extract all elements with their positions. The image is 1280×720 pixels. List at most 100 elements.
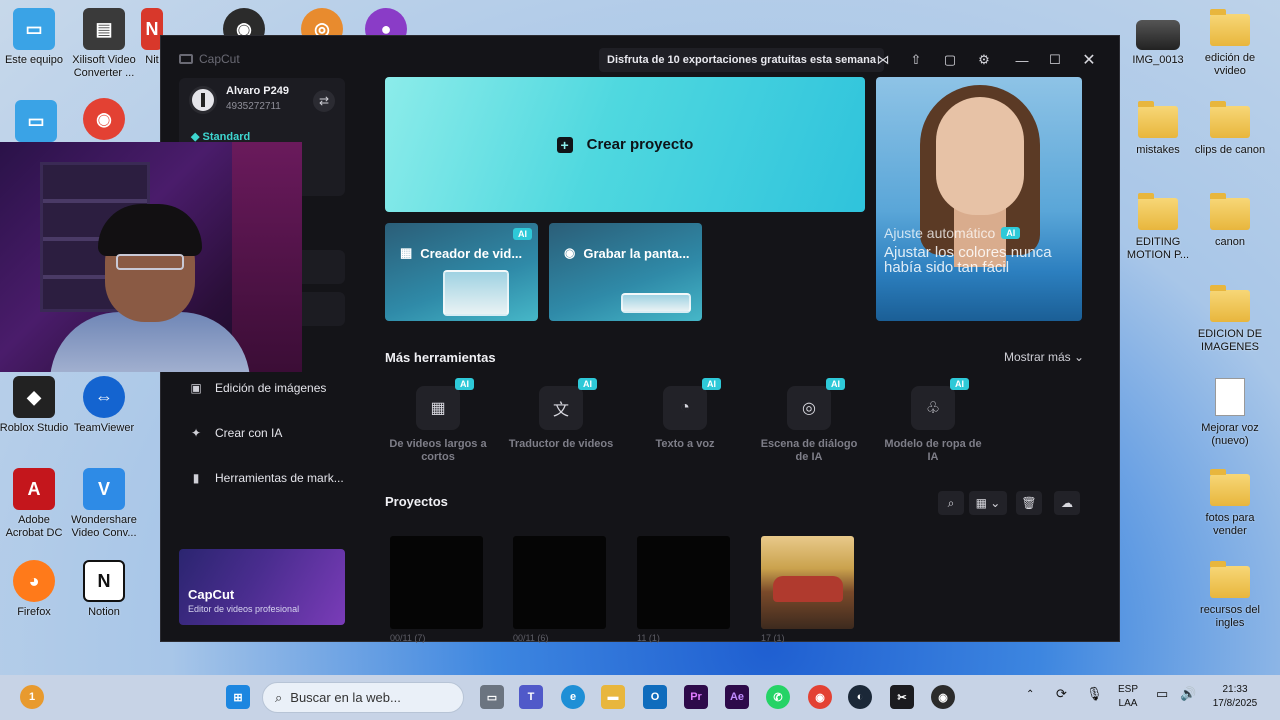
upload-icon[interactable]: ⇧ — [906, 50, 926, 70]
avatar[interactable] — [189, 86, 217, 114]
windows-start-icon[interactable]: ⊞ — [226, 685, 250, 709]
chrome-icon: ◉ — [83, 98, 125, 140]
settings-icon[interactable]: ⚙ — [974, 50, 994, 70]
desktop-icon-wondershare[interactable]: V Wondershare Video Conv... — [68, 468, 140, 540]
whatsapp-icon[interactable]: ✆ — [766, 685, 790, 709]
more-tools-title: Más herramientas — [385, 350, 496, 365]
desktop-folder-clips-canon[interactable]: clips de canon — [1194, 100, 1266, 157]
video-creator-card[interactable]: AI ▦ Creador de vid... — [385, 223, 538, 321]
desktop-icon-network[interactable]: ▭ — [0, 100, 72, 146]
network-icon[interactable]: ▭ — [1156, 687, 1168, 701]
obs-icon[interactable]: ◉ — [931, 685, 955, 709]
microphone-icon[interactable]: 🎙 — [1086, 687, 1103, 701]
show-more-link[interactable]: Mostrar más ⌄ — [1004, 350, 1084, 364]
project-thumbnail[interactable] — [637, 536, 730, 629]
chevron-up-icon[interactable]: ⌃ — [1026, 688, 1034, 702]
image-thumbnail-icon — [1136, 20, 1180, 50]
maximize-icon[interactable]: ☐ — [1045, 50, 1065, 70]
feedback-icon[interactable]: ▢ — [940, 50, 960, 70]
user-name: Alvaro P249 — [226, 85, 289, 97]
desktop-folder-canon[interactable]: canon — [1194, 192, 1266, 249]
outlook-icon[interactable]: O — [643, 685, 667, 709]
premiere-icon[interactable]: Pr — [684, 685, 708, 709]
tool-text-to-speech[interactable]: ◔ AI Texto a voz — [630, 378, 740, 451]
desktop-icon-acrobat[interactable]: A Adobe Acrobat DC — [0, 468, 70, 540]
file-explorer-icon[interactable]: ▬ — [601, 685, 625, 709]
create-project-button[interactable]: + Crear proyecto — [385, 77, 865, 212]
search-icon: ⌕ — [275, 689, 283, 705]
screen-record-card[interactable]: ◉ Grabar la panta... — [549, 223, 702, 321]
project-thumbnail[interactable] — [761, 536, 854, 629]
steam-icon[interactable]: ◐ — [848, 685, 872, 709]
desktop-folder-edicion-imagenes[interactable]: EDICION DE IMAGENES — [1194, 284, 1266, 354]
desktop-icon-chrome[interactable]: ◉ — [68, 98, 140, 144]
project-label: 17 (1) — [761, 633, 785, 643]
share-icon[interactable]: ⋈ — [873, 50, 893, 70]
promo-banner[interactable]: Disfruta de 10 exportaciones gratuitas e… — [599, 48, 884, 72]
document-icon — [1215, 378, 1245, 416]
view-toggle-icon[interactable]: ▦ ⌄ — [969, 491, 1007, 515]
sidebar-item-image-editing[interactable]: ▣ Edición de imágenes — [189, 376, 349, 400]
refresh-icon[interactable]: ⟳ — [1056, 687, 1067, 701]
desktop-folder-fotos[interactable]: fotos para vender — [1194, 468, 1266, 538]
desktop-icon-teamviewer[interactable]: ⇔ TeamViewer — [68, 376, 140, 435]
desktop-file-img-0013[interactable]: IMG_0013 — [1122, 14, 1194, 67]
roblox-icon: ◆ — [13, 376, 55, 418]
desktop-folder-recursos-ingles[interactable]: recursos del ingles — [1194, 560, 1266, 630]
minimize-icon[interactable]: — — [1012, 50, 1032, 70]
video-creator-icon: ▦ — [400, 245, 413, 260]
desktop-folder-edicion-video[interactable]: edición de vvideo — [1194, 8, 1266, 78]
tool-long-to-short[interactable]: ▦ AI De videos largos a cortos — [383, 378, 493, 464]
clock[interactable]: 21:33 17/8/2025 — [1206, 683, 1264, 711]
teams-icon[interactable]: T — [519, 685, 543, 709]
ai-badge: AI — [702, 378, 721, 390]
network-icon: ▭ — [15, 100, 57, 142]
auto-adjust-promo-card[interactable]: Ajuste automático AI Ajustar los colores … — [876, 77, 1082, 321]
dialogue-icon: ◎ — [802, 400, 816, 417]
sidebar-item-create-ai[interactable]: ✦ Crear con IA — [189, 421, 349, 445]
desktop-icon-notion[interactable]: N Notion — [68, 560, 140, 619]
wondershare-icon: V — [83, 468, 125, 510]
folder-icon — [1210, 561, 1250, 598]
chrome-icon[interactable]: ◉ — [808, 685, 832, 709]
widgets-icon[interactable]: 1 — [20, 685, 44, 709]
task-view-icon[interactable]: ▭ — [480, 685, 504, 709]
desktop-icon-firefox[interactable]: ◕ Firefox — [0, 560, 70, 619]
webcam-person-glasses — [116, 254, 184, 270]
cloud-icon[interactable]: ☁ — [1054, 491, 1080, 515]
folder-icon — [1210, 469, 1250, 506]
desktop-icon-roblox[interactable]: ◆ Roblox Studio — [0, 376, 70, 435]
search-input[interactable]: ⌕ Buscar en la web... — [262, 682, 464, 713]
folder-icon — [1138, 193, 1178, 230]
notion-icon: N — [83, 560, 125, 602]
desktop-icon-xilisoft[interactable]: ▤ Xilisoft Video Converter ... — [68, 8, 140, 80]
capcut-pro-banner[interactable]: CapCut Editor de videos profesional — [179, 549, 345, 625]
ai-badge: AI — [578, 378, 597, 390]
project-thumbnail[interactable] — [513, 536, 606, 629]
sidebar-item-marketing-tools[interactable]: ▮ Herramientas de mark... — [189, 466, 349, 490]
plus-icon: + — [556, 136, 573, 153]
language-indicator[interactable]: ESP LAA — [1118, 683, 1138, 711]
close-icon[interactable]: ✕ — [1079, 50, 1099, 70]
tool-video-translator[interactable]: 文 AI Traductor de videos — [506, 378, 616, 451]
after-effects-icon[interactable]: Ae — [725, 685, 749, 709]
volume-icon[interactable]: 🔊 — [1180, 687, 1196, 701]
folder-icon — [1210, 285, 1250, 322]
speech-icon: ◔ — [680, 399, 690, 416]
capcut-window: CapCut Disfruta de 10 exportaciones grat… — [160, 35, 1120, 643]
desktop-folder-editing-motion[interactable]: EDITING MOTION P... — [1122, 192, 1194, 262]
desktop-icon-este-equipo[interactable]: ▭ Este equipo — [0, 8, 70, 67]
screen-record-thumbnail — [621, 293, 691, 313]
computer-icon: ▭ — [13, 8, 55, 50]
tool-ai-dialogue-scene[interactable]: ◎ AI Escena de diálogo de IA — [754, 378, 864, 464]
project-thumbnail[interactable] — [390, 536, 483, 629]
desktop-folder-mistakes[interactable]: mistakes — [1122, 100, 1194, 157]
switch-account-icon[interactable]: ⇄ — [313, 90, 335, 112]
capcut-taskbar-icon[interactable]: ✂ — [890, 685, 914, 709]
search-icon[interactable]: ⌕ — [938, 491, 964, 515]
desktop-file-mejorar-voz[interactable]: Mejorar voz (nuevo) — [1194, 376, 1266, 448]
edge-icon[interactable]: e — [561, 685, 585, 709]
tool-ai-clothing-model[interactable]: ♧ AI Modelo de ropa de IA — [878, 378, 988, 464]
trash-icon[interactable]: 🗑 — [1016, 491, 1042, 515]
folder-icon — [1138, 101, 1178, 138]
